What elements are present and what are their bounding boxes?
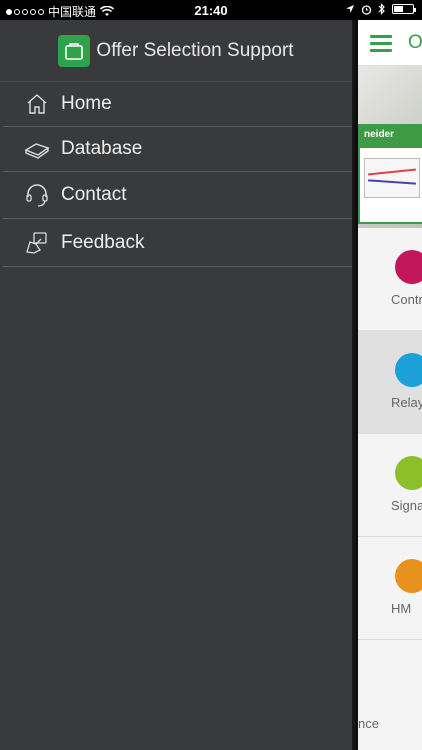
menu-item-home[interactable]: Home <box>3 82 352 127</box>
relay-icon <box>395 353 422 387</box>
banner-screen-image: neider <box>358 124 422 224</box>
menu-item-label: Home <box>61 93 112 114</box>
app-title: Offer Selection Support <box>96 39 294 61</box>
location-icon <box>346 5 354 13</box>
hmi-icon <box>395 559 422 593</box>
control-icon <box>395 250 422 284</box>
page-title: O <box>408 32 422 53</box>
menu-item-label: Feedback <box>61 231 145 253</box>
menu-item-feedback[interactable]: Feedback <box>3 219 352 267</box>
home-icon <box>23 90 51 118</box>
tile-label: Signal <box>391 498 422 513</box>
navigation-drawer: Offer Selection Support Home Database Co… <box>0 20 352 750</box>
feedback-icon <box>23 229 51 257</box>
banner-chart-image <box>364 158 420 198</box>
status-right <box>345 3 416 15</box>
banner-image: neider <box>358 66 422 228</box>
tile-label: Relay <box>391 395 422 410</box>
drawer-header: Offer Selection Support <box>0 20 352 82</box>
tile-label: HM <box>391 601 412 616</box>
app-logo-icon <box>58 34 91 67</box>
menu-item-label: Contact <box>61 184 127 205</box>
alarm-icon <box>361 4 372 15</box>
signal-icon <box>395 456 422 490</box>
category-tile-hmi[interactable]: HM <box>358 537 422 640</box>
category-tile-signal[interactable]: Signal <box>358 434 422 537</box>
bluetooth-icon <box>378 3 385 15</box>
tile-label: Contr <box>391 292 422 307</box>
battery-icon <box>392 4 416 14</box>
top-bar: O <box>358 20 422 66</box>
menu-item-database[interactable]: Database <box>3 127 352 172</box>
status-bar: 中国联通 21:40 <box>0 0 422 20</box>
category-tile-relay[interactable]: Relay <box>358 331 422 434</box>
menu-item-label: Database <box>61 138 143 159</box>
menu-item-contact[interactable]: Contact <box>3 172 352 219</box>
headset-icon <box>23 181 51 209</box>
category-tile-control[interactable]: Contr <box>358 228 422 331</box>
database-icon <box>23 135 51 163</box>
hamburger-menu-icon[interactable] <box>370 35 392 52</box>
bottom-text: nce <box>358 716 379 731</box>
main-content-peek[interactable]: O neider Contr Relay Signal HM nce <box>358 20 422 750</box>
banner-screen-text: neider <box>360 126 422 148</box>
